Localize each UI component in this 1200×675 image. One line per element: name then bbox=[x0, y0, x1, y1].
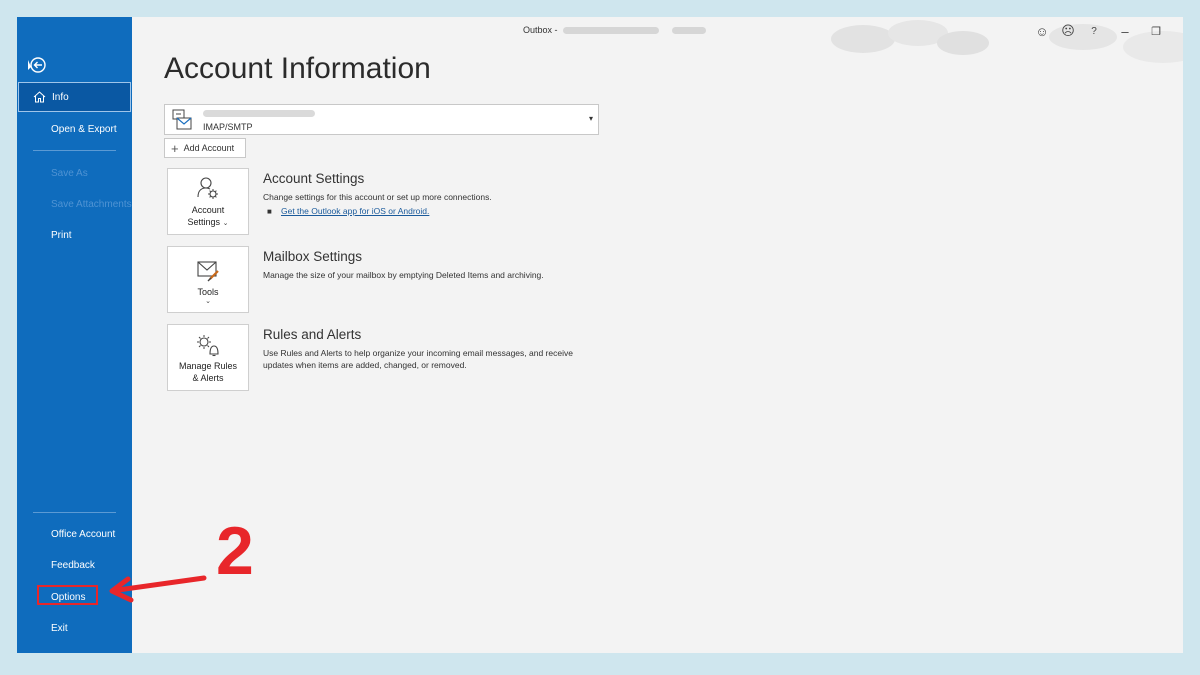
frown-icon[interactable]: ☹ bbox=[1055, 21, 1081, 41]
sidebar-separator bbox=[33, 512, 116, 513]
sidebar-item-label: Info bbox=[52, 91, 69, 103]
sidebar-item-save-as: Save As bbox=[17, 158, 132, 188]
section-description: Manage the size of your mailbox by empty… bbox=[263, 270, 544, 280]
tools-button[interactable]: Tools ⌄ bbox=[167, 246, 249, 313]
section-description: Change settings for this account or set … bbox=[263, 192, 492, 202]
chevron-down-icon: ⌄ bbox=[205, 298, 211, 305]
sidebar-item-exit[interactable]: Exit bbox=[17, 613, 132, 643]
sidebar-item-label: Office Account bbox=[51, 528, 116, 540]
sidebar-item-open-export[interactable]: Open & Export bbox=[17, 114, 132, 144]
sidebar-item-label: Save Attachments bbox=[51, 198, 132, 210]
account-settings-button[interactable]: Account Settings ⌄ bbox=[167, 168, 249, 235]
sidebar-item-label: Exit bbox=[51, 622, 68, 634]
sidebar-item-office-account[interactable]: Office Account bbox=[17, 519, 132, 549]
account-settings-icon bbox=[197, 177, 218, 199]
restore-icon[interactable]: ❐ bbox=[1143, 21, 1169, 41]
sidebar-item-label: Feedback bbox=[51, 559, 95, 571]
outlook-window: Info Open & Export Save As Save Attachme… bbox=[17, 17, 1183, 653]
smiley-icon[interactable]: ☺ bbox=[1029, 21, 1055, 41]
minimize-icon[interactable]: – bbox=[1107, 21, 1143, 41]
sidebar-item-print[interactable]: Print bbox=[17, 220, 132, 250]
tile-label: Settings ⌄ bbox=[187, 217, 229, 227]
backstage-sidebar: Info Open & Export Save As Save Attachme… bbox=[17, 17, 132, 653]
sidebar-item-label: Save As bbox=[51, 167, 88, 179]
tile-label: Account bbox=[191, 205, 225, 215]
window-title: Outbox - bbox=[523, 25, 706, 35]
back-arrow-icon bbox=[28, 57, 46, 73]
account-dropdown[interactable]: IMAP/SMTP ▾ bbox=[164, 104, 599, 135]
account-type: IMAP/SMTP bbox=[203, 122, 253, 132]
sidebar-item-save-attachments: Save Attachments bbox=[17, 189, 132, 219]
chevron-down-icon: ⌄ bbox=[222, 220, 229, 227]
title-bar: Outbox - ☺ ☹ ? – ❐ bbox=[133, 17, 1183, 63]
help-icon[interactable]: ? bbox=[1081, 21, 1107, 41]
page-title: Account Information bbox=[164, 52, 431, 85]
back-button[interactable] bbox=[23, 54, 49, 76]
manage-rules-alerts-button[interactable]: Manage Rules & Alerts bbox=[167, 324, 249, 391]
section-title: Rules and Alerts bbox=[263, 327, 362, 342]
bullet-icon: ■ bbox=[267, 207, 272, 216]
sidebar-separator bbox=[33, 150, 116, 151]
annotation-number: 2 bbox=[216, 513, 254, 589]
sidebar-item-label: Print bbox=[51, 229, 72, 241]
redacted-email bbox=[563, 27, 660, 35]
outlook-app-link[interactable]: Get the Outlook app for iOS or Android. bbox=[281, 206, 429, 216]
section-description: Use Rules and Alerts to help organize yo… bbox=[263, 348, 573, 370]
add-account-label: Add Account bbox=[183, 143, 235, 153]
section-title: Mailbox Settings bbox=[263, 249, 363, 264]
add-account-button[interactable]: + Add Account bbox=[164, 138, 246, 158]
titlebar-controls: ☺ ☹ ? – ❐ bbox=[1029, 21, 1169, 41]
plus-icon: + bbox=[171, 140, 179, 156]
sidebar-item-label: Open & Export bbox=[51, 123, 117, 135]
redacted-email bbox=[203, 110, 315, 117]
annotation-arrow bbox=[109, 575, 207, 603]
tile-label: Tools bbox=[197, 287, 219, 297]
section-title: Account Settings bbox=[263, 171, 365, 186]
tile-label: Manage Rules bbox=[178, 361, 238, 371]
chevron-down-icon: ▾ bbox=[588, 114, 593, 123]
redacted-app-name bbox=[671, 27, 706, 35]
sidebar-item-info[interactable]: Info bbox=[18, 82, 131, 112]
mailbox-tools-icon bbox=[197, 261, 219, 282]
tile-label: & Alerts bbox=[192, 373, 224, 383]
options-highlight-box bbox=[37, 585, 98, 605]
home-icon bbox=[33, 91, 46, 103]
rules-alerts-icon bbox=[197, 335, 219, 357]
mail-account-icon bbox=[172, 109, 192, 130]
